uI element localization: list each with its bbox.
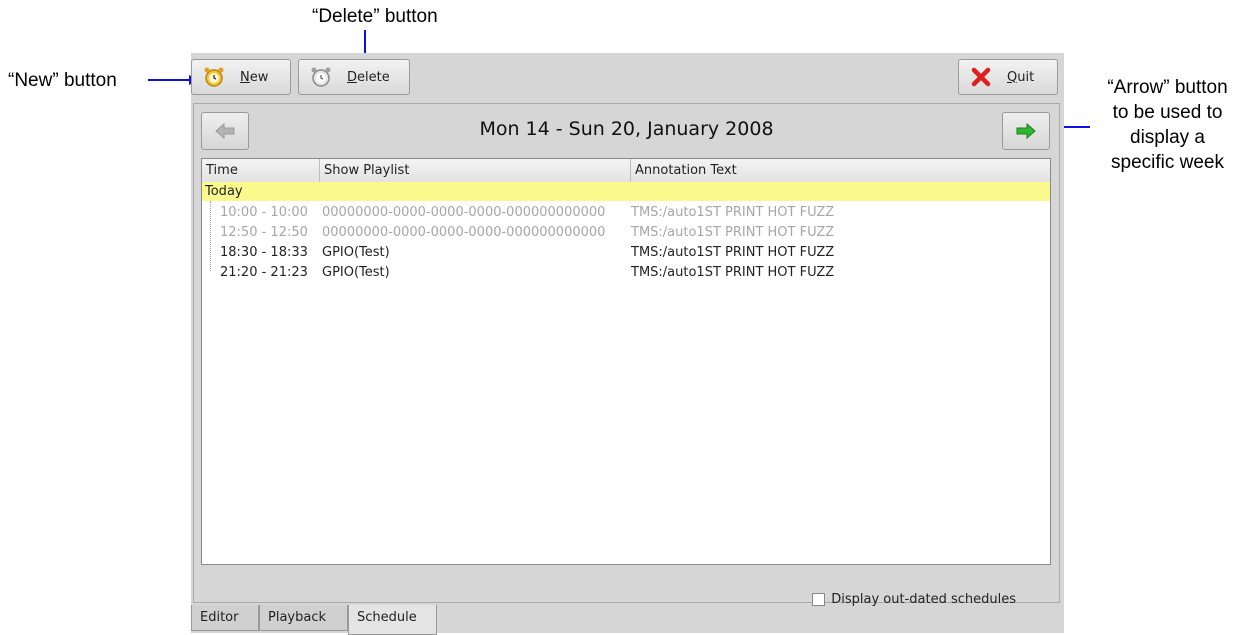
row-annotation: TMS:/auto1ST PRINT HOT FUZZ	[631, 245, 835, 260]
row-playlist: GPIO(Test)	[322, 265, 390, 280]
table-row[interactable]: 21:20 - 21:23 GPIO(Test) TMS:/auto1ST PR…	[202, 263, 1050, 283]
column-header-annotation[interactable]: Annotation Text	[631, 159, 1050, 182]
arrow-callout-line: specific week	[1111, 152, 1224, 173]
row-time: 12:50 - 12:50	[220, 225, 308, 240]
delete-callout: “Delete” button	[312, 6, 438, 27]
tab-editor[interactable]: Editor	[191, 605, 259, 631]
group-today[interactable]: Today	[202, 182, 1050, 201]
row-time: 18:30 - 18:33	[220, 245, 308, 260]
table-row[interactable]: 12:50 - 12:50 00000000-0000-0000-0000-00…	[202, 223, 1050, 243]
arrow-callout-line: display a	[1130, 127, 1205, 148]
delete-button-label: Delete	[347, 69, 390, 85]
new-callout: “New” button	[8, 70, 117, 91]
row-playlist: 00000000-0000-0000-0000-000000000000	[322, 205, 606, 220]
new-button-label: New	[240, 69, 269, 85]
row-time: 10:00 - 10:00	[220, 205, 308, 220]
clock-delete-icon	[309, 65, 333, 89]
close-icon	[969, 65, 993, 89]
arrow-callout: “Arrow” button to be used to display a s…	[1080, 75, 1255, 175]
column-header-playlist[interactable]: Show Playlist	[320, 159, 631, 182]
row-annotation: TMS:/auto1ST PRINT HOT FUZZ	[631, 225, 835, 240]
row-time: 21:20 - 21:23	[220, 265, 308, 280]
arrow-callout-line: “Arrow” button	[1107, 77, 1228, 98]
quit-button-label: Quit	[1007, 69, 1035, 85]
row-playlist: GPIO(Test)	[322, 245, 390, 260]
schedule-window: New Delete Quit Mon 14 - Sun 20, January…	[191, 53, 1064, 635]
schedule-list[interactable]: Time Show Playlist Annotation Text Today…	[201, 158, 1051, 565]
tab-schedule[interactable]: Schedule	[348, 605, 437, 635]
list-header: Time Show Playlist Annotation Text	[202, 159, 1050, 183]
outdated-option[interactable]: Display out-dated schedules	[812, 592, 1016, 607]
alarm-clock-icon	[202, 65, 226, 89]
row-playlist: 00000000-0000-0000-0000-000000000000	[322, 225, 606, 240]
table-row[interactable]: 18:30 - 18:33 GPIO(Test) TMS:/auto1ST PR…	[202, 243, 1050, 263]
arrow-callout-line: to be used to	[1112, 102, 1223, 123]
table-row[interactable]: 10:00 - 10:00 00000000-0000-0000-0000-00…	[202, 203, 1050, 223]
arrow-right-icon	[1016, 122, 1036, 140]
new-button[interactable]: New	[191, 59, 291, 95]
next-week-button[interactable]	[1002, 112, 1050, 150]
delete-button[interactable]: Delete	[298, 59, 410, 95]
column-header-time[interactable]: Time	[202, 159, 320, 182]
outdated-label: Display out-dated schedules	[831, 592, 1016, 607]
tab-playback[interactable]: Playback	[259, 605, 348, 631]
outdated-checkbox[interactable]	[812, 593, 826, 606]
row-annotation: TMS:/auto1ST PRINT HOT FUZZ	[631, 265, 835, 280]
schedule-panel: Mon 14 - Sun 20, January 2008 Time Show …	[193, 103, 1060, 603]
quit-button[interactable]: Quit	[958, 59, 1058, 95]
week-title: Mon 14 - Sun 20, January 2008	[479, 118, 774, 140]
row-annotation: TMS:/auto1ST PRINT HOT FUZZ	[631, 205, 835, 220]
